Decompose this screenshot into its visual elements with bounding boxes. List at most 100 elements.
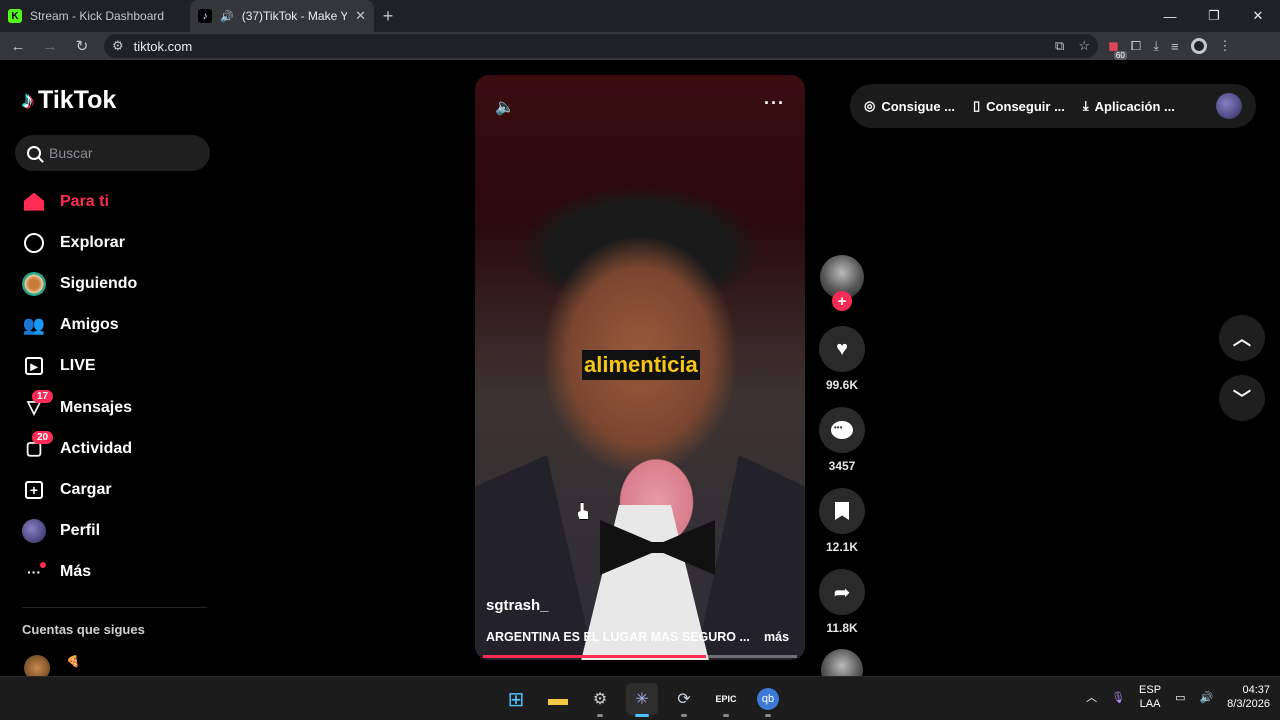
windows-taskbar: ⊞ ▬ ⚙ ✳ ⟳ EPIC qb ︿ 🎙 ESP LAA ▭ 🔊 04:37 … [0,676,1280,720]
desktop-app-button[interactable]: ⤓ Aplicación ... [1083,98,1175,114]
get-app-button[interactable]: ▯ Conseguir ... [973,98,1065,114]
system-tray: ︿ 🎙 ESP LAA ▭ 🔊 04:37 8/3/2026 [1086,683,1270,711]
network-icon[interactable]: ▭ [1175,691,1185,704]
new-tab-button[interactable]: + [374,0,402,32]
back-icon[interactable]: ← [4,32,32,60]
get-app-label: Conseguir ... [986,98,1065,114]
chevron-down-icon: ﹀ [1233,389,1251,409]
epic-games-button[interactable]: EPIC [710,683,742,717]
search-placeholder: Buscar [49,145,93,161]
language-indicator[interactable]: ESP LAA [1139,683,1161,711]
steam-button[interactable]: ⟳ [668,683,700,717]
save-button[interactable] [819,488,865,534]
microphone-icon[interactable]: 🎙 [1111,691,1125,704]
address-bar[interactable]: ⚙ tiktok.com ⧉ ☆ [104,34,1098,58]
qbittorrent-button[interactable]: qb [752,683,784,717]
bookmark-star-icon[interactable]: ☆ [1078,38,1090,54]
volume-icon[interactable]: 🔈 [495,97,515,117]
sidebar-item-label: Siguiendo [60,274,138,292]
messages-badge: 17 [32,389,54,403]
home-icon [22,190,46,214]
sidebar-item-para-ti[interactable]: Para ti [22,181,212,222]
previous-video-button[interactable]: ︿ [1219,315,1265,361]
more-link[interactable]: más [764,630,789,644]
speaker-icon[interactable]: 🔊 [220,10,234,23]
toolbar-icons: ◼ 60 ⧠ ⤓ ≡ ⋮ [1108,38,1232,60]
close-tab-icon[interactable]: ✕ [355,8,366,24]
video-progress-bar[interactable] [483,655,797,658]
qbittorrent-icon: qb [757,688,779,710]
tab-kick-dashboard[interactable]: K Stream - Kick Dashboard [0,0,190,32]
description-text: ARGENTINA ES EL LUGAR MAS SEGURO ... [486,630,750,644]
sidebar-item-label: Actividad [60,439,133,457]
sidebar-item-perfil[interactable]: Perfil [22,511,212,552]
download-icon: ⤓ [1082,98,1089,113]
get-coins-button[interactable]: ◎ Consigue ... [864,98,955,114]
media-control-icon[interactable]: ≡ [1171,39,1179,54]
start-button[interactable]: ⊞ [500,683,532,715]
messages-icon: ▽ 17 [22,389,54,420]
comment-icon [831,421,853,439]
sidebar-item-label: Perfil [60,522,101,540]
browser-button[interactable]: ✳ [626,683,658,717]
forward-icon[interactable]: → [36,32,64,60]
profile-icon[interactable] [1190,38,1207,54]
desktop-app-label: Aplicación ... [1094,98,1175,114]
logo-text: TikTok [38,86,117,114]
comment-button[interactable] [819,407,865,453]
tiktok-note-icon: ♪ [22,86,34,114]
sidebar-item-label: Más [60,563,92,581]
minimize-icon[interactable]: — [1148,0,1192,32]
comment-count: 3457 [828,459,856,473]
clock[interactable]: 04:37 8/3/2026 [1227,683,1270,711]
video-player[interactable]: 🔈 ··· alimenticia sgtrash_ ARGENTINA ES … [475,75,805,660]
video-author[interactable]: sgtrash_ [486,597,549,614]
search-input[interactable]: Buscar [15,135,210,171]
next-video-button[interactable]: ﹀ [1219,375,1265,421]
tiktok-logo[interactable]: ♪ TikTok [22,86,116,115]
sidebar-item-siguiendo[interactable]: Siguiendo [22,263,212,304]
following-title: Cuentas que sigues [22,622,145,637]
browser-tab-bar: K Stream - Kick Dashboard ♪ 🔊 (37)TikTok… [0,0,1280,32]
sidebar-item-mensajes[interactable]: ▽ 17 Mensajes [22,387,212,428]
chevron-up-icon: ︿ [1233,329,1251,349]
avatar[interactable] [1216,93,1242,119]
sidebar-item-explorar[interactable]: Explorar [22,222,212,263]
omnibox-actions: ⧉ ☆ [1055,38,1090,54]
follow-plus-icon[interactable]: + [832,291,852,311]
creator-avatar[interactable]: + [820,255,864,311]
share-button[interactable]: ➦ [819,569,865,615]
sidebar-item-amigos[interactable]: 👥 Amigos [22,305,212,346]
puzzle-icon[interactable]: ⧠ [1131,38,1141,54]
close-window-icon[interactable]: ✕ [1236,0,1280,32]
friends-icon: 👥 [22,314,46,335]
restore-icon[interactable]: ❐ [1192,0,1236,32]
compass-icon [22,231,46,255]
windows-icon: ⊞ [507,688,525,711]
file-explorer-button[interactable]: ▬ [542,683,574,715]
sidebar-nav: Para ti Explorar Siguiendo 👥 Amigos ▸ LI… [22,181,212,593]
install-app-icon[interactable]: ⧉ [1055,38,1064,54]
extension-icon[interactable]: ◼ 60 [1108,38,1127,60]
tab-tiktok[interactable]: ♪ 🔊 (37)TikTok - Make Your ✕ [190,0,374,32]
sidebar-item-label: LIVE [60,357,96,375]
sidebar-item-live[interactable]: ▸ LIVE [22,346,212,387]
reload-icon[interactable]: ↻ [68,32,96,60]
chevron-up-icon[interactable]: ︿ [1086,689,1097,705]
site-settings-icon[interactable]: ⚙ [112,38,124,54]
sidebar-item-cargar[interactable]: + Cargar [22,469,212,510]
app-button[interactable]: ⚙ [584,683,616,717]
sidebar-item-mas[interactable]: ··· Más [22,552,212,593]
heart-icon: ♥ [836,337,848,360]
video-more-icon[interactable]: ··· [764,93,785,114]
clock-date: 8/3/2026 [1227,698,1270,710]
progress-fill [483,655,706,658]
menu-icon[interactable]: ⋮ [1219,38,1232,54]
sidebar-item-actividad[interactable]: ▢ 20 Actividad [22,428,212,469]
volume-icon[interactable]: 🔊 [1199,691,1213,704]
lang-bottom: LAA [1139,698,1161,710]
search-icon [27,146,41,160]
like-button[interactable]: ♥ [819,326,865,372]
sidebar-item-label: Amigos [60,316,119,334]
download-icon[interactable]: ⤓ [1153,38,1159,54]
